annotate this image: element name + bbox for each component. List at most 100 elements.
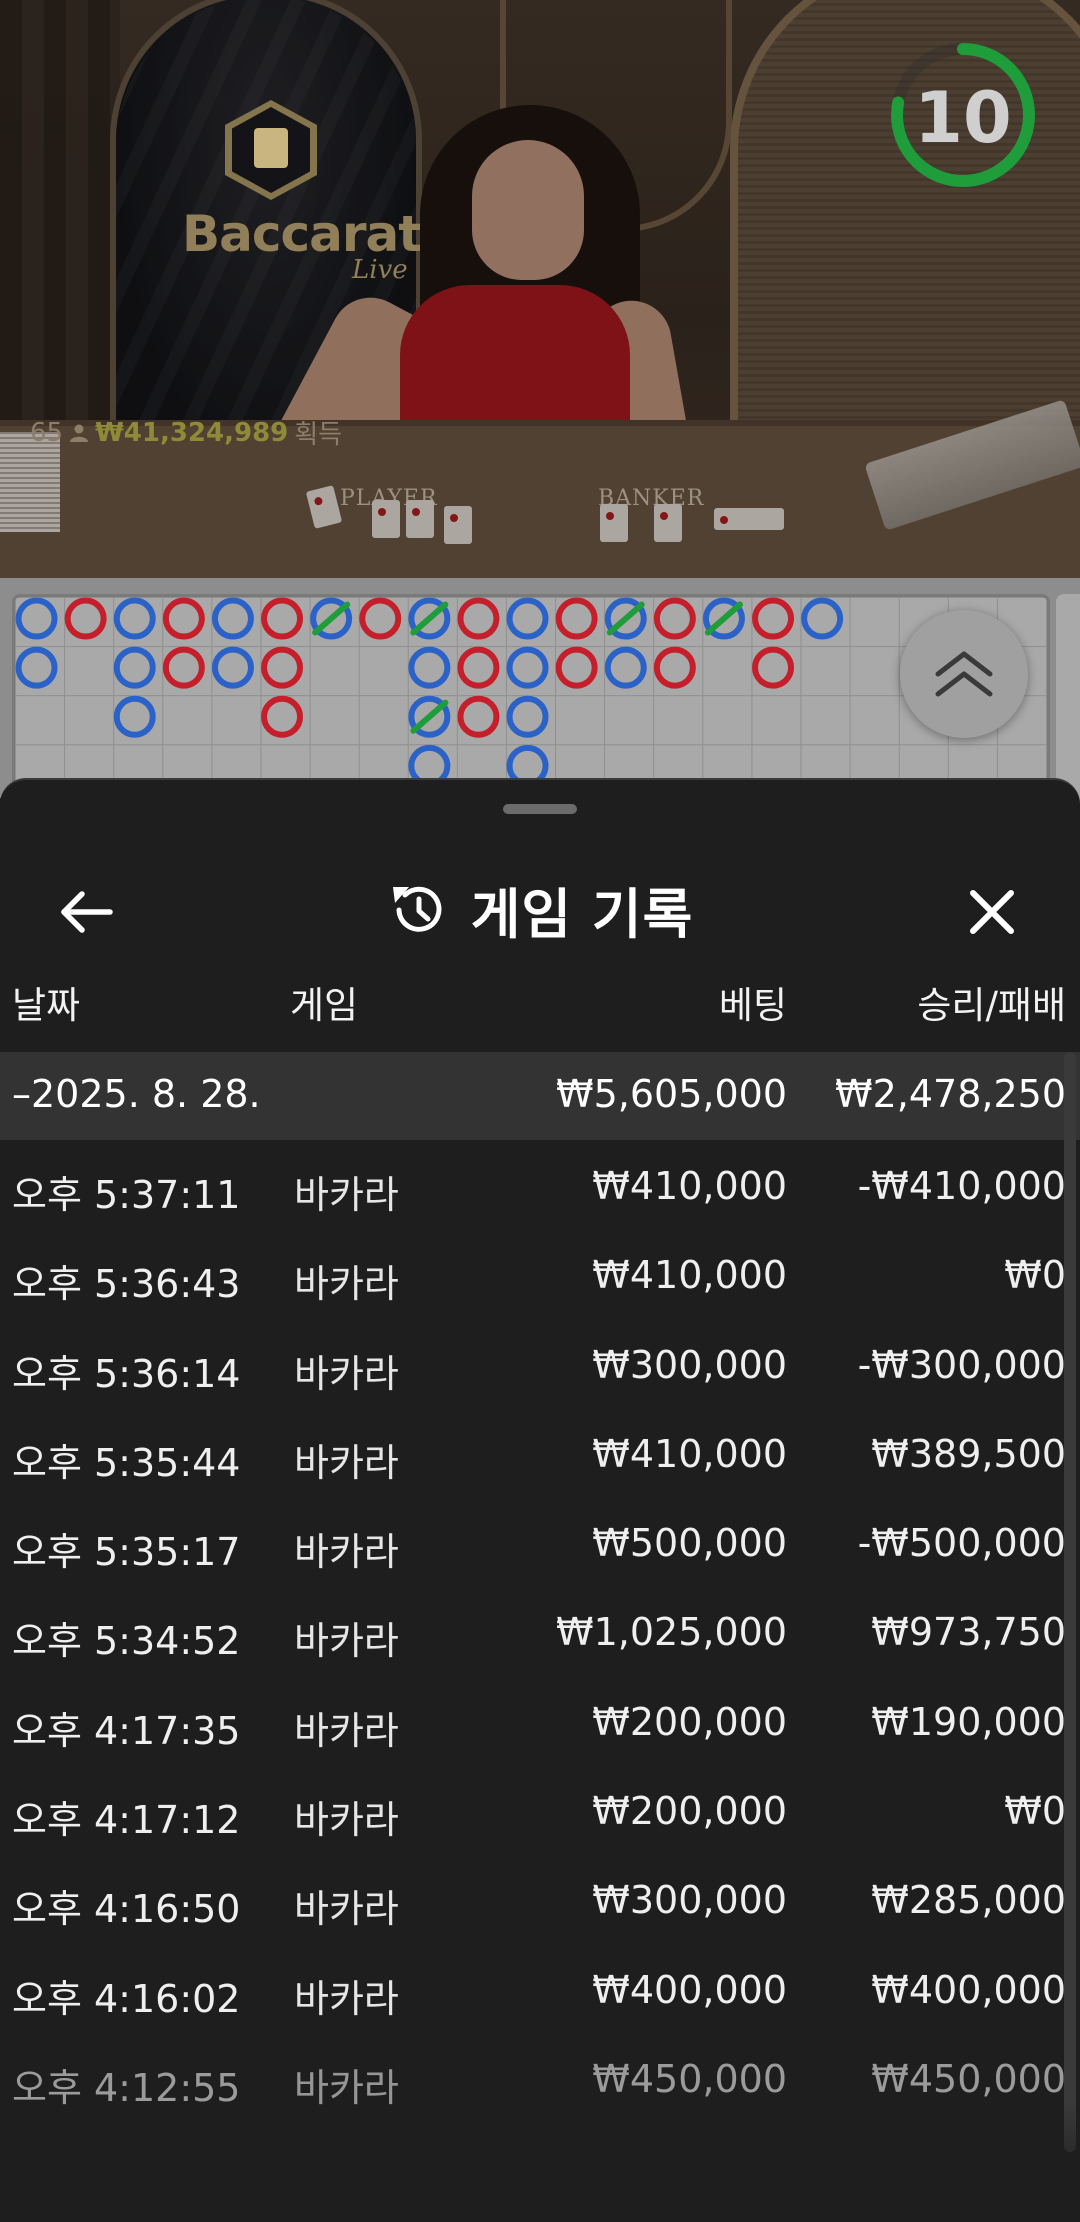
row-time: 오후 4:16:02 [12,1976,241,2021]
row-result: ₩0 [1004,1253,1066,1298]
row-result: ₩450,000 [871,2056,1066,2101]
player-bead [113,597,156,640]
column-date: 날짜 [12,984,81,1027]
row-result: -₩500,000 [857,1521,1066,1566]
drag-handle[interactable] [503,804,577,814]
banker-bead [162,646,205,689]
row-bet: ₩200,000 [592,1789,787,1834]
row-game: 바카라 [294,1351,399,1396]
history-icon [392,886,442,932]
banker-bead [64,597,107,640]
timer-value: 10 [914,77,1012,159]
row-time: 오후 5:35:44 [12,1440,241,1485]
win-amount: ₩41,324,989 [95,417,289,448]
banker-bead [752,597,795,640]
row-game: 바카라 [294,1976,399,2021]
row-bet: ₩300,000 [592,1878,787,1923]
row-time: 오후 5:36:43 [12,1262,241,1307]
banker-bead [752,646,795,689]
banker-bead [457,597,500,640]
row-result: ₩190,000 [871,1699,1066,1744]
row-game: 바카라 [294,1708,399,1753]
row-time: 오후 4:17:35 [12,1708,241,1753]
close-button[interactable] [956,876,1028,948]
table-row[interactable]: 오후 5:37:11 바카라 ₩410,000 -₩410,000 [0,1142,1080,1231]
table-row[interactable]: 오후 5:36:14 바카라 ₩300,000 -₩300,000 [0,1321,1080,1410]
player-bead [15,646,58,689]
player-bead [801,597,844,640]
row-bet: ₩410,000 [592,1431,787,1476]
row-bet: ₩410,000 [592,1164,787,1208]
table-row[interactable]: 오후 5:36:43 바카라 ₩410,000 ₩0 [0,1231,1080,1320]
banker-bead [653,646,696,689]
row-game: 바카라 [294,1440,399,1485]
row-result: ₩285,000 [871,1878,1066,1923]
player-bead [15,597,58,640]
banker-bead [457,695,500,738]
banker-bead [261,646,304,689]
column-game: 게임 [290,984,359,1027]
tie-mark [704,601,743,636]
summary-bet: ₩5,605,000 [556,1072,787,1116]
sheet-title: 게임 기록 [470,883,694,946]
table-row[interactable]: 오후 4:17:35 바카라 ₩200,000 ₩190,000 [0,1678,1080,1767]
row-result: -₩410,000 [857,1164,1066,1208]
row-result: ₩400,000 [871,1967,1066,2012]
row-bet: ₩450,000 [592,2056,787,2101]
win-suffix: 획득 [294,420,343,450]
viewer-count: 65 [30,417,64,448]
row-game: 바카라 [294,1530,399,1575]
table-row[interactable]: 오후 5:35:17 바카라 ₩500,000 -₩500,000 [0,1499,1080,1588]
row-result: ₩0 [1004,1789,1066,1834]
card-logo-icon [254,128,288,168]
banker-bead [162,597,205,640]
table-row[interactable]: 오후 5:34:52 바카라 ₩1,025,000 ₩973,750 [0,1588,1080,1677]
tie-mark [410,601,449,636]
row-time: 오후 4:16:50 [12,1887,241,1932]
double-chevron-up-icon [935,651,993,697]
table-row[interactable]: 오후 4:16:02 바카라 ₩400,000 ₩400,000 [0,1946,1080,2035]
row-game: 바카라 [294,1798,399,1843]
row-game: 바카라 [294,1262,399,1307]
close-icon [970,890,1014,934]
person-icon [70,424,89,442]
row-bet: ₩300,000 [592,1342,787,1387]
game-history-sheet[interactable]: 게임 기록 날짜 게임 베팅 승리/패배 –2025. 8. 28. ₩5,60… [0,778,1080,2222]
table-row[interactable]: 오후 4:16:50 바카라 ₩300,000 ₩285,000 [0,1856,1080,1945]
tie-mark [606,601,645,636]
table-row[interactable]: 오후 5:35:44 바카라 ₩410,000 ₩389,500 [0,1410,1080,1499]
table-header: 날짜 게임 베팅 승리/패배 [0,975,1080,1045]
countdown-timer: 10 [888,40,1038,190]
column-bet: 베팅 [718,984,787,1027]
row-time: 오후 4:17:12 [12,1798,241,1843]
row-time: 오후 5:37:11 [12,1173,241,1217]
row-result: -₩300,000 [857,1342,1066,1387]
table-row[interactable]: 오후 4:17:12 바카라 ₩200,000 ₩0 [0,1767,1080,1856]
row-game: 바카라 [294,1887,399,1932]
row-time: 오후 5:36:14 [12,1351,241,1396]
sheet-header: 게임 기록 [0,850,1080,960]
player-bead [113,695,156,738]
row-time: 오후 5:34:52 [12,1619,241,1664]
banker-bead [359,597,402,640]
date-summary-row[interactable]: –2025. 8. 28. ₩5,605,000 ₩2,478,250 [0,1052,1080,1140]
banker-bead [261,597,304,640]
player-bead [604,646,647,689]
player-bead [211,646,254,689]
row-bet: ₩200,000 [592,1699,787,1744]
viewer-info: 65 ₩41,324,989 획득 [30,414,342,451]
player-bead [408,646,451,689]
summary-result: ₩2,478,250 [835,1072,1066,1116]
banker-bead [653,597,696,640]
history-list: 오후 5:37:11 바카라 ₩410,000 -₩410,000 오후 5:3… [0,1142,1080,2124]
scrollbar[interactable] [1064,1052,1076,2152]
expand-button[interactable] [900,610,1028,738]
sheet-title-group: 게임 기록 [0,870,1080,949]
banker-bead [457,646,500,689]
summary-date: –2025. 8. 28. [12,1072,261,1116]
banker-bead [555,597,598,640]
row-time: 오후 5:35:17 [12,1530,241,1575]
banker-bead [261,695,304,738]
row-result: ₩973,750 [871,1610,1066,1655]
player-bead [211,597,254,640]
